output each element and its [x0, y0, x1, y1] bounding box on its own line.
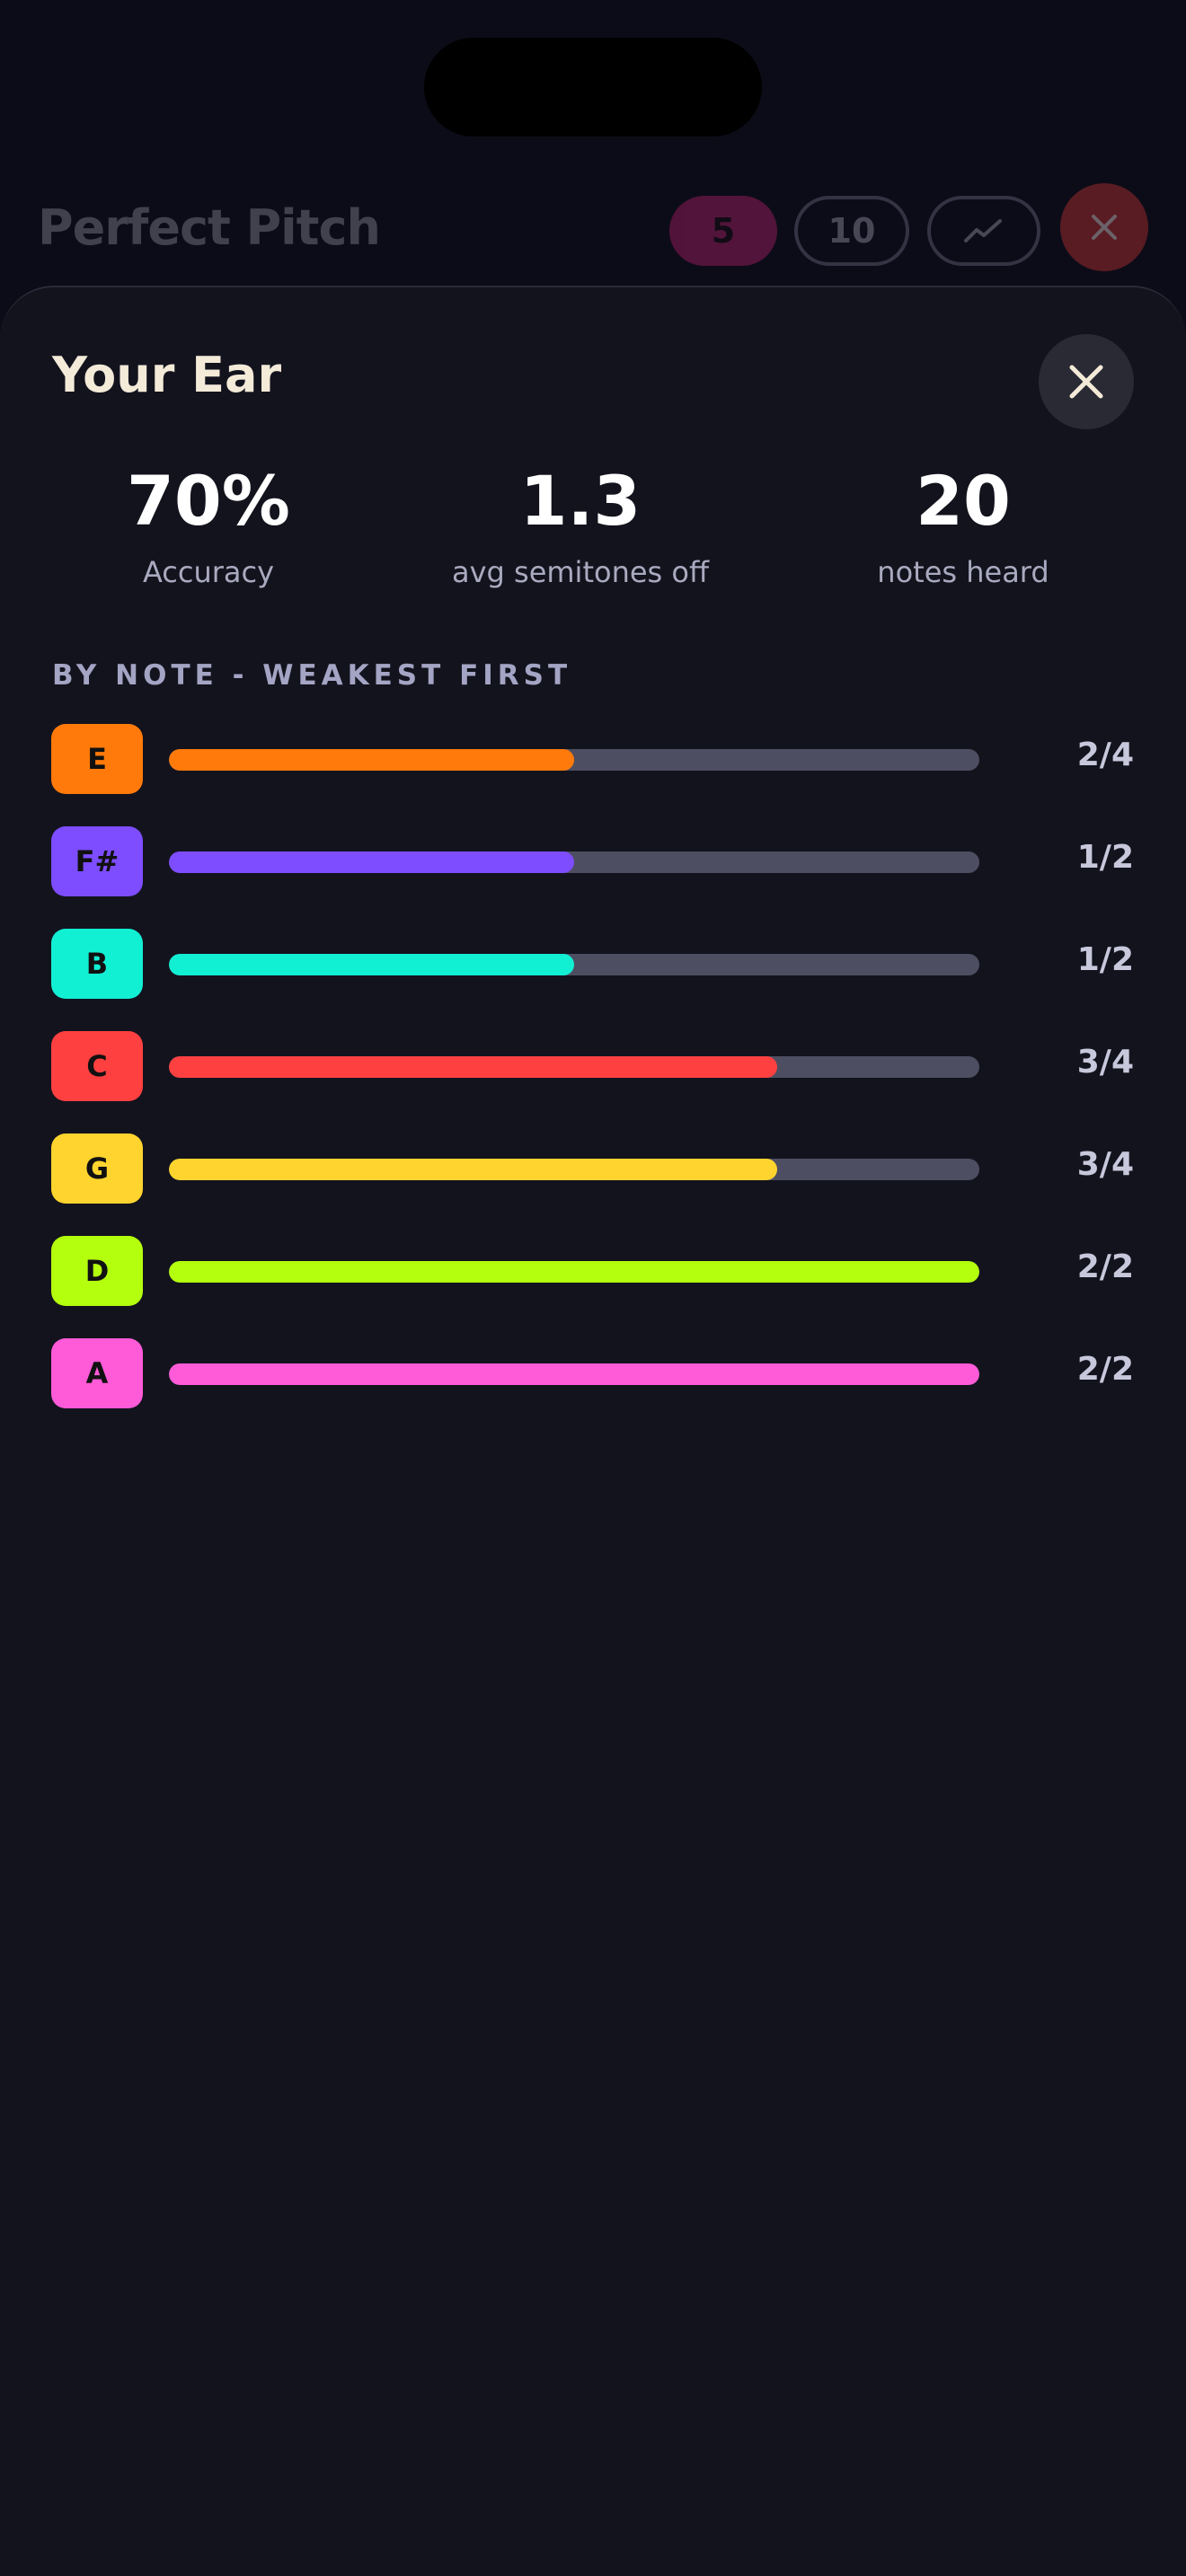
note-score: 3/4 — [1076, 1044, 1134, 1081]
note-row: G 3/4 — [0, 1134, 1186, 1236]
note-score: 2/2 — [1076, 1351, 1134, 1388]
progress-fill — [169, 1261, 979, 1283]
stat-accuracy: 70% Accuracy — [38, 461, 379, 590]
note-row: A 2/2 — [0, 1338, 1186, 1441]
note-row: B 1/2 — [0, 929, 1186, 1031]
note-badge: D — [51, 1236, 143, 1306]
stat-value: 1.3 — [519, 461, 642, 541]
note-score: 2/2 — [1076, 1248, 1134, 1285]
progress-fill — [169, 749, 574, 771]
sheet-close-button[interactable] — [1039, 334, 1134, 429]
progress-track — [169, 954, 979, 975]
progress-fill — [169, 1159, 777, 1180]
note-row: F# 1/2 — [0, 826, 1186, 929]
note-badge: E — [51, 724, 143, 794]
background-close-button[interactable] — [1060, 183, 1148, 271]
trend-line-icon — [964, 219, 1002, 243]
stat-avg-semitones: 1.3 avg semitones off — [410, 461, 751, 590]
note-score: 3/4 — [1076, 1146, 1134, 1183]
stats-button[interactable] — [927, 196, 1040, 266]
note-score: 1/2 — [1076, 941, 1134, 978]
stat-label: Accuracy — [142, 555, 275, 589]
note-list: E 2/4 F# 1/2 B 1/2 C 3/4 G 3/4 D 2/2 A 2… — [0, 724, 1186, 1441]
note-badge: A — [51, 1338, 143, 1408]
progress-track — [169, 1261, 979, 1283]
note-badge: C — [51, 1031, 143, 1101]
progress-fill — [169, 1056, 777, 1078]
count-chip-5[interactable]: 5 — [669, 196, 777, 266]
close-icon — [1092, 215, 1117, 240]
note-score: 2/4 — [1076, 737, 1134, 773]
stat-value: 20 — [916, 461, 1011, 541]
count-chip-10[interactable]: 10 — [794, 196, 909, 266]
stat-value: 70% — [127, 461, 290, 541]
progress-fill — [169, 1363, 979, 1385]
note-row: E 2/4 — [0, 724, 1186, 826]
close-icon — [1069, 365, 1103, 399]
note-badge: B — [51, 929, 143, 999]
note-badge: F# — [51, 826, 143, 896]
app-title: Perfect Pitch — [38, 199, 381, 256]
progress-track — [169, 851, 979, 873]
dynamic-island — [424, 38, 762, 137]
progress-track — [169, 1363, 979, 1385]
progress-track — [169, 749, 979, 771]
stat-notes-heard: 20 notes heard — [792, 461, 1134, 590]
background-app-header: Perfect Pitch 5 10 — [0, 180, 1186, 287]
screen: Perfect Pitch 5 10 Your Ear 70% Accuracy — [0, 0, 1186, 2576]
note-row: D 2/2 — [0, 1236, 1186, 1338]
stat-label: avg semitones off — [451, 555, 709, 589]
stat-label: notes heard — [877, 555, 1049, 589]
your-ear-sheet: Your Ear 70% Accuracy 1.3 avg semitones … — [0, 286, 1186, 2576]
section-header: BY NOTE - WEAKEST FIRST — [52, 659, 572, 692]
progress-fill — [169, 851, 574, 873]
note-badge: G — [51, 1134, 143, 1204]
note-score: 1/2 — [1076, 839, 1134, 876]
progress-track — [169, 1056, 979, 1078]
progress-track — [169, 1159, 979, 1180]
sheet-title: Your Ear — [52, 347, 282, 403]
note-row: C 3/4 — [0, 1031, 1186, 1134]
progress-fill — [169, 954, 574, 975]
